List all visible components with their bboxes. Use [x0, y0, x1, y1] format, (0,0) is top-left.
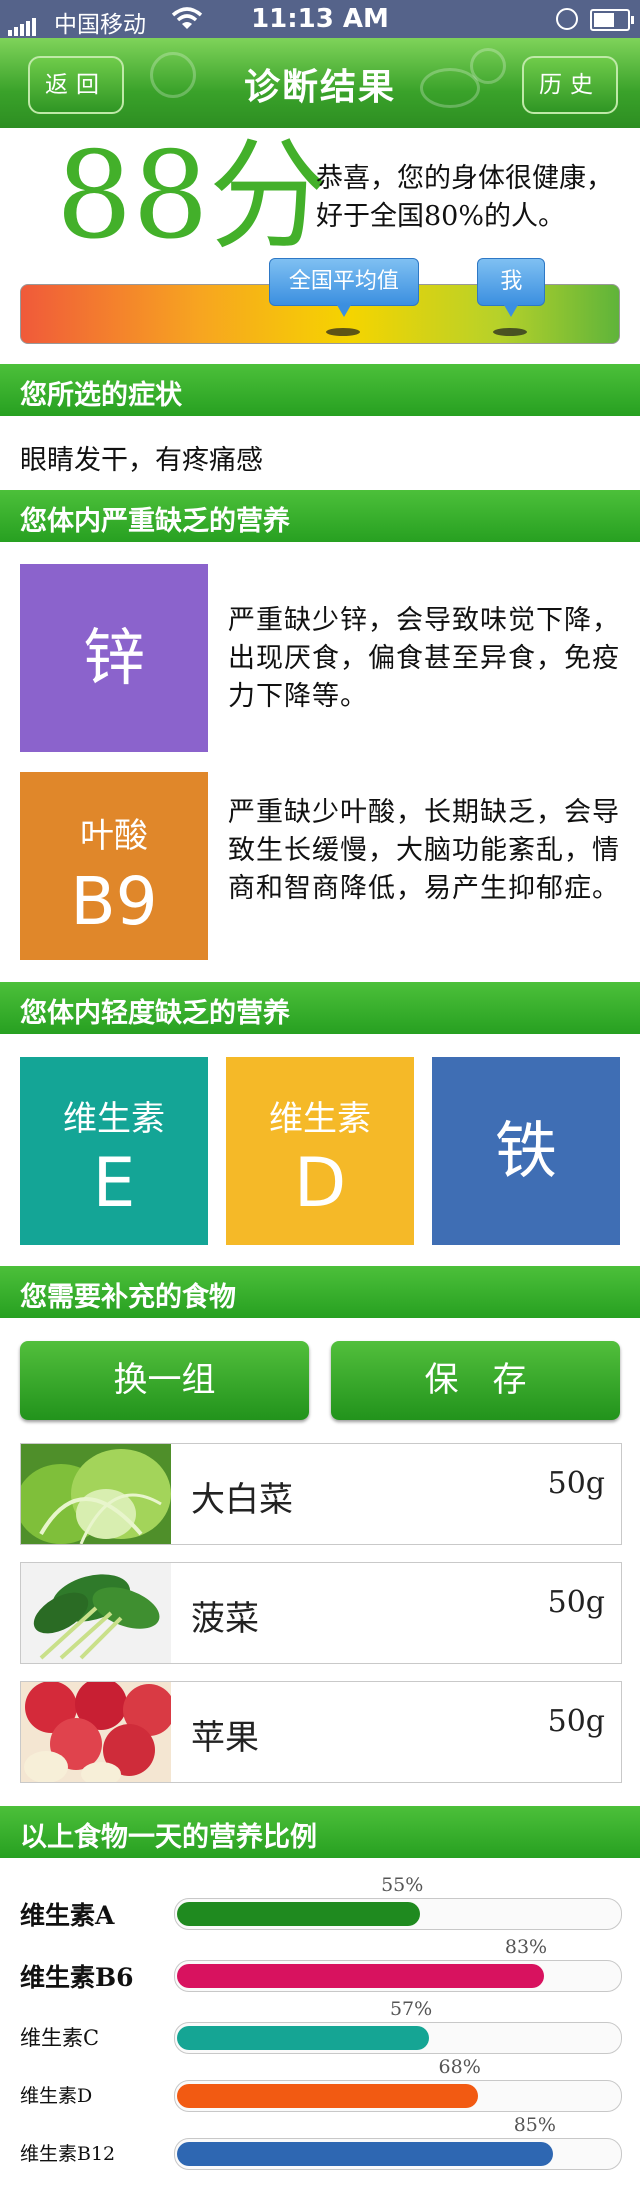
tile-sublabel: E	[92, 1144, 136, 1223]
status-bar: 中国移动 11:13 AM	[0, 0, 640, 38]
nutrient-ratio-fill	[177, 1902, 421, 1926]
food-item[interactable]: 大白菜 50g	[20, 1443, 622, 1545]
food-name: 菠菜	[191, 1599, 259, 1639]
folic-acid-description: 严重缺少叶酸，长期缺乏，会导致生长缓慢，大脑功能紊乱，情商和智商降低，易产生抑郁…	[228, 797, 620, 904]
nutrient-ratio-fill	[177, 2084, 478, 2108]
nutrient-ratio-label: 维生素B12	[20, 2143, 116, 2165]
nutrient-tile-vitamin-d[interactable]: 维生素 D	[226, 1057, 414, 1245]
nutrient-ratio-bar	[174, 2080, 622, 2112]
tile-label: 维生素	[269, 1099, 371, 1139]
tile-label: 铁	[494, 1114, 557, 1187]
zinc-description: 严重缺少锌，会导致味觉下降，出现厌食，偏食甚至异食，免疫力下降等。	[228, 605, 620, 712]
cabbage-photo	[21, 1444, 171, 1544]
foods-header: 您需要补充的食物	[0, 1266, 640, 1318]
nutrient-ratio-percent: 55%	[381, 1874, 424, 1896]
tile-label: 叶酸	[80, 816, 148, 856]
nutrient-ratio-bar	[174, 1898, 622, 1930]
save-button[interactable]: 保 存	[331, 1341, 620, 1420]
symptoms-header: 您所选的症状	[0, 364, 640, 416]
nutrient-tile-iron[interactable]: 铁	[432, 1057, 620, 1245]
my-score-marker: 我	[477, 258, 546, 317]
food-amount: 50g	[547, 1466, 605, 1501]
food-name: 大白菜	[191, 1480, 293, 1520]
food-amount: 50g	[547, 1704, 605, 1739]
nutrient-ratio-percent: 83%	[504, 1936, 548, 1958]
nutrient-ratio-percent: 68%	[438, 2056, 481, 2078]
clock-icon	[556, 8, 578, 30]
tile-label: 锌	[82, 621, 145, 694]
nutrient-ratio-label: 维生素B6	[20, 1963, 134, 1992]
tile-sublabel: B9	[70, 863, 158, 940]
history-button[interactable]: 历史	[522, 56, 618, 114]
mild-deficiency-header: 您体内轻度缺乏的营养	[0, 982, 640, 1034]
average-pointer-shadow	[325, 328, 360, 336]
nutrient-ratio-fill	[177, 1964, 544, 1988]
food-name: 苹果	[191, 1718, 259, 1758]
change-group-button[interactable]: 换一组	[20, 1341, 309, 1420]
food-item[interactable]: 苹果 50g	[20, 1681, 622, 1783]
nutrient-ratio-bar	[174, 1960, 622, 1992]
nutrient-ratio-label: 维生素C	[20, 2026, 100, 2050]
nutrition-ratio-header: 以上食物一天的营养比例	[0, 1806, 640, 1858]
nutrient-ratio-bar	[174, 2022, 622, 2054]
severe-deficiency-header: 您体内严重缺乏的营养	[0, 490, 640, 542]
spinach-photo	[21, 1563, 171, 1663]
nutrient-tile-zinc[interactable]: 锌	[20, 564, 208, 752]
food-item[interactable]: 菠菜 50g	[20, 1562, 622, 1664]
nutrient-ratio-label: 维生素D	[20, 2085, 93, 2107]
score-message: 恭喜，您的身体很健康，好于全国80%的人。	[316, 163, 613, 232]
nutrient-tile-vitamin-e[interactable]: 维生素 E	[20, 1057, 208, 1245]
national-average-marker: 全国平均值	[268, 258, 419, 317]
nutrient-ratio-percent: 57%	[389, 1998, 433, 2020]
nutrient-ratio-percent: 85%	[513, 2114, 556, 2136]
battery-icon	[590, 9, 634, 31]
health-score: 88分	[56, 127, 329, 266]
tile-label: 维生素	[63, 1099, 165, 1139]
symptoms-text: 眼睛发干，有疼痛感	[20, 445, 263, 476]
tile-sublabel: D	[293, 1144, 347, 1223]
nutrient-tile-folic-acid[interactable]: 叶酸 B9	[20, 772, 208, 960]
status-time: 11:13 AM	[251, 4, 389, 34]
nutrient-ratio-label: 维生素A	[20, 1901, 115, 1930]
food-amount: 50g	[547, 1585, 605, 1620]
nutrient-ratio-fill	[177, 2026, 429, 2050]
nutrient-ratio-fill	[177, 2142, 553, 2166]
apple-photo	[21, 1682, 171, 1782]
nutrient-ratio-bar	[174, 2138, 622, 2170]
nav-bar: 返回 诊断结果 历史	[0, 38, 640, 128]
